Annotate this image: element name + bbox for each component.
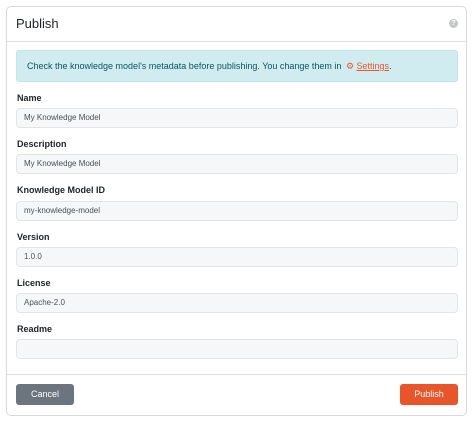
description-label: Description (17, 139, 67, 149)
readme-field[interactable] (16, 339, 458, 359)
name-label: Name (17, 93, 42, 103)
version-label: Version (17, 232, 50, 242)
publish-button[interactable]: Publish (400, 384, 458, 405)
help-icon[interactable]: ? (449, 19, 458, 28)
gear-icon: ⚙ (345, 61, 355, 71)
modal-header: Publish ? (7, 7, 466, 42)
modal-footer: Cancel Publish (7, 374, 466, 415)
license-field[interactable]: Apache-2.0 (16, 293, 458, 313)
settings-link[interactable]: Settings (357, 61, 390, 71)
modal-title: Publish (16, 16, 59, 31)
alert-suffix: . (389, 61, 392, 71)
version-field[interactable]: 1.0.0 (16, 247, 458, 267)
publish-modal: Publish ? Check the knowledge model's me… (6, 6, 467, 416)
description-field[interactable]: My Knowledge Model (16, 154, 458, 174)
info-alert: Check the knowledge model's metadata bef… (16, 50, 458, 82)
cancel-button[interactable]: Cancel (16, 384, 74, 405)
km-id-field[interactable]: my-knowledge-model (16, 201, 458, 221)
alert-text: Check the knowledge model's metadata bef… (27, 61, 344, 71)
name-field[interactable]: My Knowledge Model (16, 108, 458, 128)
readme-label: Readme (17, 324, 53, 334)
license-label: License (17, 278, 51, 288)
km-id-label: Knowledge Model ID (17, 185, 106, 195)
